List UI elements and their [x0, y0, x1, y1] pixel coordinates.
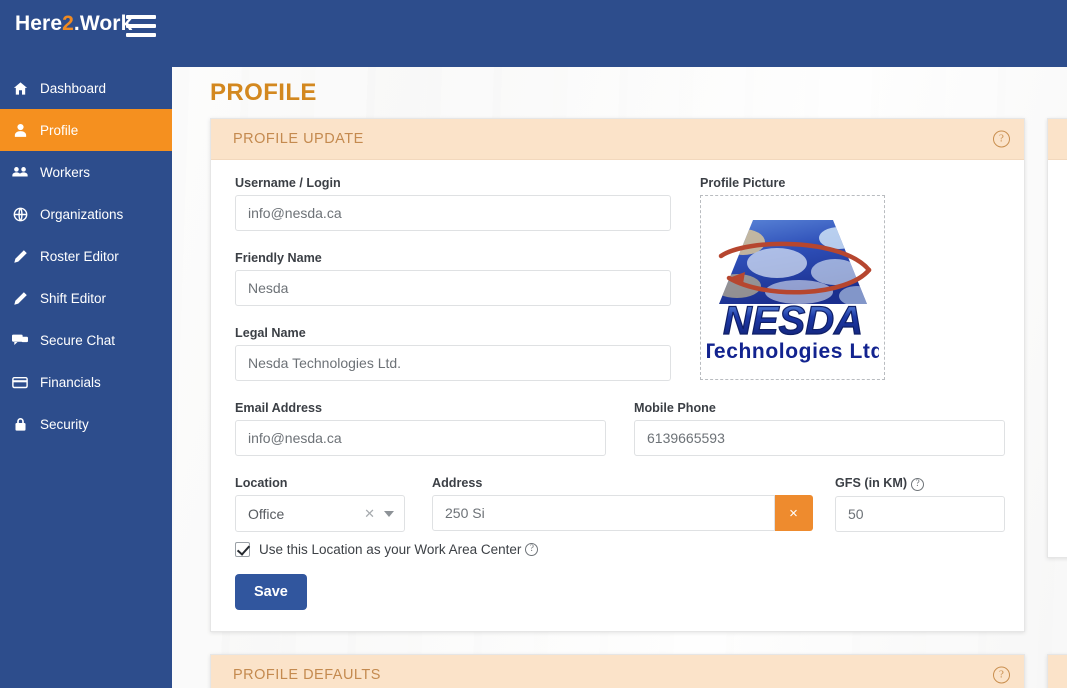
work-area-checkbox[interactable]	[235, 542, 250, 557]
username-input[interactable]	[235, 195, 671, 231]
pencil-icon	[0, 291, 40, 306]
help-circle-icon[interactable]: ?	[993, 666, 1010, 684]
user-icon	[0, 123, 40, 138]
field-group-email: Email Address	[235, 401, 606, 456]
logo-subtitle: Technologies Ltd	[707, 340, 879, 363]
field-group-save: Save	[235, 574, 307, 610]
sidebar-nav: Dashboard Profile Workers Organizations	[0, 67, 172, 688]
friendly-name-label: Friendly Name	[235, 251, 322, 265]
help-circle-icon[interactable]: ?	[993, 130, 1010, 148]
sidebar-item-workers[interactable]: Workers	[0, 151, 172, 193]
chevron-down-icon[interactable]	[384, 510, 394, 517]
sidebar-item-profile[interactable]: Profile	[0, 109, 172, 151]
field-group-mobile-phone: Mobile Phone	[634, 401, 1005, 456]
comment-icon	[0, 333, 40, 347]
sidebar-item-label: Security	[40, 416, 89, 432]
work-area-checkbox-label: Use this Location as your Work Area Cent…	[259, 542, 522, 557]
hamburger-bar	[126, 15, 156, 19]
side-card-defaults-clipped	[1047, 654, 1067, 688]
hamburger-bar	[126, 33, 156, 37]
legal-name-input[interactable]	[235, 345, 671, 381]
main-content: PROFILE PROFILE UPDATE ? Username / Logi…	[172, 67, 1067, 688]
brand-prefix: Here	[15, 12, 63, 35]
profile-defaults-card-header: PROFILE DEFAULTS ?	[211, 655, 1024, 688]
sidebar-item-organizations[interactable]: Organizations	[0, 193, 172, 235]
address-input[interactable]	[432, 495, 775, 531]
location-select-control[interactable]: Office ✕	[235, 495, 405, 532]
legal-name-label: Legal Name	[235, 326, 306, 340]
email-input[interactable]	[235, 420, 606, 456]
profile-update-card: PROFILE UPDATE ? Username / Login Friend…	[210, 118, 1025, 632]
location-label: Location	[235, 476, 288, 490]
hamburger-icon[interactable]	[126, 13, 158, 39]
profile-update-card-body: Username / Login Friendly Name Legal Nam…	[211, 160, 1024, 632]
field-group-username: Username / Login	[235, 176, 671, 231]
field-group-gfs: GFS (in KM)?	[835, 476, 1005, 532]
sidebar-item-roster-editor[interactable]: Roster Editor	[0, 235, 172, 277]
home-icon	[0, 81, 40, 96]
app-root: Here2.Work Dashboard Profile Workers Org…	[0, 0, 1067, 688]
sidebar-item-label: Profile	[40, 122, 79, 138]
page-title: PROFILE	[210, 79, 317, 106]
brand-accent: 2	[62, 12, 74, 35]
sidebar-item-financials[interactable]: Financials	[0, 361, 172, 403]
gfs-label: GFS (in KM)?	[835, 476, 1005, 491]
field-group-address: Address ×	[432, 476, 813, 531]
username-label: Username / Login	[235, 176, 341, 190]
address-clear-button[interactable]: ×	[775, 495, 813, 531]
address-label: Address	[432, 476, 483, 490]
lock-icon	[0, 417, 40, 432]
mobile-phone-input[interactable]	[634, 420, 1005, 456]
sidebar-item-label: Dashboard	[40, 80, 107, 96]
brand-logo[interactable]: Here2.Work	[15, 12, 132, 36]
help-circle-icon[interactable]: ?	[525, 543, 539, 556]
field-group-work-area-checkbox: Use this Location as your Work Area Cent…	[235, 542, 755, 557]
pencil-icon	[0, 249, 40, 264]
side-card-defaults-header	[1048, 655, 1067, 688]
card-title: PROFILE UPDATE	[233, 131, 364, 147]
location-select[interactable]: Office ✕	[235, 495, 405, 532]
clear-x-icon[interactable]: ✕	[364, 507, 375, 520]
profile-picture-label: Profile Picture	[700, 176, 786, 190]
field-group-profile-picture: Profile Picture NESDA Technologies Ltd	[700, 176, 1000, 380]
sidebar-item-label: Financials	[40, 374, 101, 390]
top-navbar: Here2.Work	[0, 0, 1067, 67]
profile-defaults-card: PROFILE DEFAULTS ?	[210, 654, 1025, 688]
field-group-friendly-name: Friendly Name	[235, 251, 671, 306]
side-card-clipped	[1047, 118, 1067, 558]
sidebar-item-label: Organizations	[40, 206, 124, 222]
profile-picture-dropzone[interactable]: NESDA Technologies Ltd	[700, 195, 885, 380]
gfs-input[interactable]	[835, 496, 1005, 532]
sidebar-item-security[interactable]: Security	[0, 403, 172, 445]
work-area-checkbox-row: Use this Location as your Work Area Cent…	[235, 542, 755, 557]
nesda-logo: NESDA Technologies Ltd	[702, 208, 883, 368]
users-icon	[0, 164, 40, 180]
logo-title: NESDA	[722, 299, 862, 343]
field-group-legal-name: Legal Name	[235, 326, 671, 381]
location-selected-value: Office	[248, 505, 285, 522]
sidebar-item-shift-editor[interactable]: Shift Editor	[0, 277, 172, 319]
sidebar-item-label: Shift Editor	[40, 290, 107, 306]
sidebar-item-secure-chat[interactable]: Secure Chat	[0, 319, 172, 361]
help-circle-icon[interactable]: ?	[911, 478, 925, 491]
side-card-header	[1048, 119, 1067, 160]
credit-card-icon	[0, 376, 40, 389]
email-label: Email Address	[235, 401, 323, 415]
mobile-phone-label: Mobile Phone	[634, 401, 716, 415]
sidebar-item-label: Secure Chat	[40, 332, 116, 348]
brand-suffix: .Work	[73, 12, 133, 35]
field-group-location: Location Office ✕	[235, 476, 405, 532]
save-button[interactable]: Save	[235, 574, 307, 610]
sidebar-item-dashboard[interactable]: Dashboard	[0, 67, 172, 109]
friendly-name-input[interactable]	[235, 270, 671, 306]
globe-icon	[0, 207, 40, 222]
gfs-label-text: GFS (in KM)	[835, 476, 908, 490]
card-title: PROFILE DEFAULTS	[233, 667, 381, 683]
hamburger-bar	[126, 24, 156, 28]
sidebar-item-label: Roster Editor	[40, 248, 119, 264]
address-input-row: ×	[432, 495, 813, 531]
sidebar-item-label: Workers	[40, 164, 91, 180]
profile-update-card-header: PROFILE UPDATE ?	[211, 119, 1024, 160]
